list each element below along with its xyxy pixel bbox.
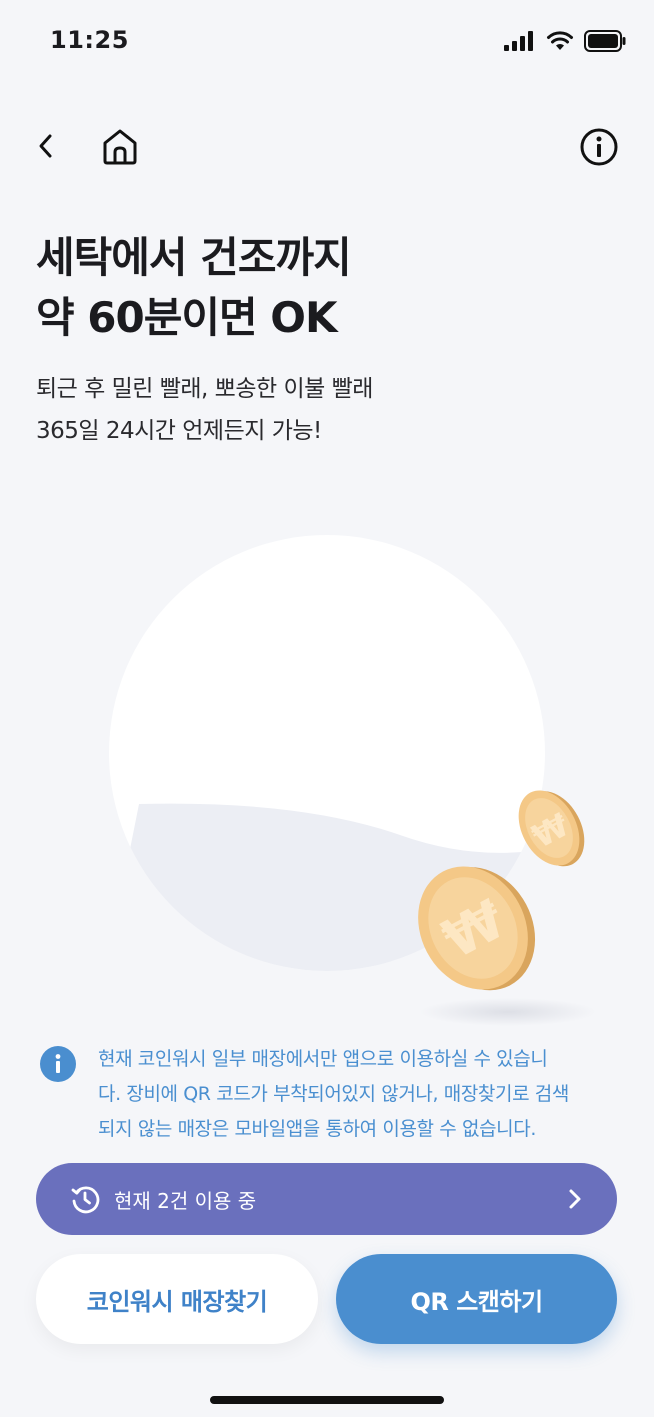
home-icon [103,129,137,165]
notice-box: 현재 코인워시 일부 매장에서만 앱으로 이용하실 수 있습니 다. 장비에 Q… [40,1042,625,1147]
find-store-button[interactable]: 코인워시 매장찾기 [36,1254,318,1344]
info-circle-icon [580,128,618,166]
current-usage-button[interactable]: 현재 2건 이용 중 [36,1163,617,1235]
battery-icon [584,30,626,52]
wifi-icon [547,31,573,50]
notice-line-3: 되지 않는 매장은 모바일앱을 통하여 이용할 수 없습니다. [98,1118,536,1140]
status-time: 11:25 [50,26,129,54]
subtitle-line-2: 365일 24시간 언제든지 가능! [36,418,322,444]
title-line-2: 약 60분이면 OK [36,293,338,342]
signal-icon [504,31,533,51]
chevron-right-icon [569,1189,581,1209]
info-icon [40,1046,76,1082]
history-icon [71,1186,100,1214]
info-button[interactable] [578,126,620,168]
subtitle-line-1: 퇴근 후 밀린 빨래, 뽀송한 이불 빨래 [36,376,373,402]
notice-text: 현재 코인워시 일부 매장에서만 앱으로 이용하실 수 있습니 다. 장비에 Q… [98,1042,569,1147]
usage-label: 현재 2건 이용 중 [114,1188,257,1213]
coin-shadow [420,998,596,1026]
page-title: 세탁에서 건조까지 약 60분이면 OK [36,228,352,348]
status-icons [504,30,626,52]
title-line-1: 세탁에서 건조까지 [36,233,352,282]
page-subtitle: 퇴근 후 밀린 빨래, 뽀송한 이불 빨래 365일 24시간 언제든지 가능! [36,368,373,452]
notice-line-1: 현재 코인워시 일부 매장에서만 앱으로 이용하실 수 있습니 [98,1048,548,1070]
notice-line-2: 다. 장비에 QR 코드가 부착되어있지 않거나, 매장찾기로 검색 [98,1083,569,1105]
chevron-left-icon [39,134,52,158]
home-indicator [210,1396,444,1404]
back-button[interactable] [28,128,64,164]
home-button[interactable] [98,126,142,168]
washing-machine-illustration: ₩ ₩ [109,535,596,1026]
qr-scan-button[interactable]: QR 스캔하기 [336,1254,617,1344]
